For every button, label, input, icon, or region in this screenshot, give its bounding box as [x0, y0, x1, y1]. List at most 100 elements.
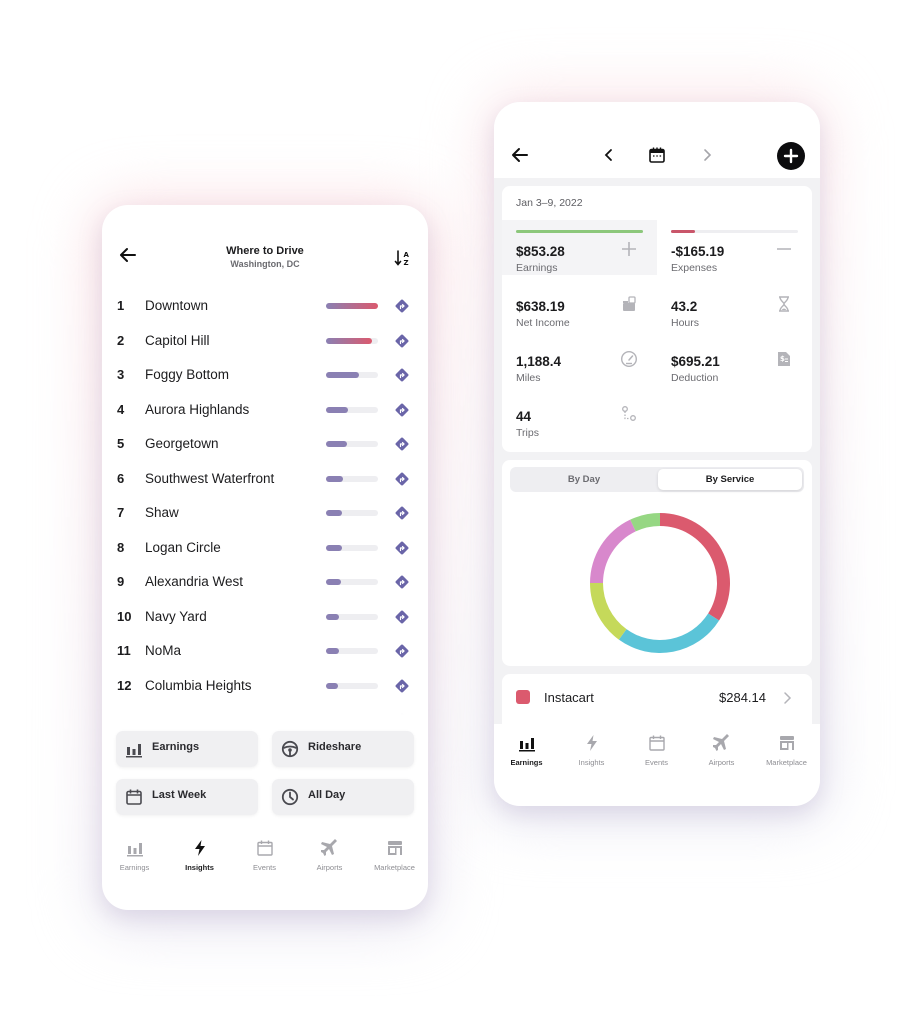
- neighborhood-row[interactable]: 8 Logan Circle: [102, 531, 428, 566]
- tab-airports[interactable]: Airports: [297, 839, 362, 872]
- bar-chart-icon: [518, 738, 535, 752]
- directions-icon[interactable]: [394, 643, 410, 659]
- directions-icon[interactable]: [394, 367, 410, 383]
- tab-insights[interactable]: Insights: [559, 734, 624, 767]
- tab-earnings[interactable]: Earnings: [102, 839, 167, 872]
- period-filter-button[interactable]: Last Week: [116, 779, 258, 815]
- neighborhood-rank: 7: [117, 505, 125, 520]
- neighborhood-name: Logan Circle: [145, 539, 221, 555]
- segmented-control: By Day By Service: [510, 467, 804, 492]
- trips-label: Trips: [516, 427, 539, 439]
- service-row-instacart[interactable]: Instacart $284.14: [502, 674, 812, 724]
- trips-metric[interactable]: 44 Trips: [502, 385, 657, 440]
- tab-events[interactable]: Events: [232, 839, 297, 872]
- donut-slice-service-4[interactable]: [590, 519, 636, 583]
- directions-icon[interactable]: [394, 402, 410, 418]
- earnings-metric[interactable]: $853.28 Earnings: [502, 220, 657, 275]
- directions-icon[interactable]: [394, 471, 410, 487]
- demand-bar-fill: [326, 441, 347, 447]
- donut-slice-service-3[interactable]: [590, 583, 627, 640]
- neighborhood-rank: 10: [117, 608, 132, 624]
- neighborhood-row[interactable]: 11 NoMa: [102, 634, 428, 669]
- neighborhood-name: NoMa: [145, 643, 182, 658]
- calendar-icon[interactable]: [648, 146, 666, 164]
- speedometer-icon: [620, 350, 638, 368]
- phone-where-to-drive: Where to Drive Washington, DC A Z 1 Downt…: [102, 205, 428, 910]
- chevron-right-icon[interactable]: [700, 147, 714, 163]
- tab-by-service[interactable]: By Service: [658, 469, 802, 490]
- airplane-icon: [320, 839, 337, 856]
- neighborhood-name: Georgetown: [145, 436, 219, 451]
- neighborhood-row[interactable]: 7 Shaw: [102, 496, 428, 531]
- cash-register-icon: [623, 296, 636, 311]
- lightning-icon: [586, 735, 597, 751]
- tab-insights[interactable]: Insights: [167, 839, 232, 872]
- neighborhood-row[interactable]: 5 Georgetown: [102, 427, 428, 462]
- tab-airports[interactable]: Airports: [689, 734, 754, 767]
- directions-icon[interactable]: [394, 333, 410, 349]
- neighborhood-row[interactable]: 9 Alexandria West: [102, 565, 428, 600]
- demand-bar: [326, 406, 378, 413]
- donut-slice-service-5[interactable]: [630, 513, 660, 532]
- plus-icon: [622, 242, 636, 256]
- net-income-metric[interactable]: $638.19 Net Income: [502, 275, 657, 330]
- neighborhood-rank: 8: [117, 539, 125, 555]
- demand-bar-fill: [326, 613, 339, 620]
- hours-metric[interactable]: 43.2 Hours: [657, 275, 812, 330]
- neighborhood-list[interactable]: 1 Downtown 2 Capitol Hill 3 Foggy Bottom 4 Auro…: [102, 289, 428, 719]
- demand-bar: [326, 579, 378, 585]
- service-amount: $284.14: [719, 690, 766, 705]
- breakdown-chart-card: By Day By Service: [502, 460, 812, 666]
- route-icon: [622, 406, 636, 421]
- service-filter-button[interactable]: Rideshare: [272, 731, 414, 767]
- neighborhood-row[interactable]: 6 Southwest Waterfront: [102, 462, 428, 497]
- earnings-progress-bar: [516, 230, 643, 233]
- time-filter-button[interactable]: All Day: [272, 779, 414, 815]
- service-donut-chart[interactable]: [587, 510, 733, 656]
- tab-marketplace[interactable]: Marketplace: [754, 734, 819, 767]
- chevron-left-icon[interactable]: [602, 147, 616, 163]
- directions-icon[interactable]: [394, 678, 410, 694]
- tab-marketplace[interactable]: Marketplace: [362, 839, 427, 872]
- directions-icon[interactable]: [394, 505, 410, 521]
- demand-bar: [326, 648, 378, 654]
- tab-by-day[interactable]: By Day: [512, 469, 656, 490]
- neighborhood-name: Aurora Highlands: [145, 401, 250, 417]
- tab-label: Airports: [708, 758, 735, 767]
- neighborhood-rank: 3: [117, 367, 125, 382]
- neighborhood-row[interactable]: 2 Capitol Hill: [102, 324, 428, 359]
- neighborhood-row[interactable]: 10 Navy Yard: [102, 600, 428, 635]
- tab-events[interactable]: Events: [624, 734, 689, 767]
- lightning-icon: [194, 840, 205, 856]
- store-icon: [387, 841, 402, 855]
- bar-chart-icon: [126, 843, 143, 857]
- arrow-left-icon[interactable]: [510, 145, 530, 165]
- tab-label: Earnings: [510, 758, 543, 767]
- add-button[interactable]: [777, 142, 805, 170]
- expenses-metric[interactable]: -$165.19 Expenses: [657, 220, 812, 275]
- neighborhood-row[interactable]: 3 Foggy Bottom: [102, 358, 428, 393]
- time-filter-label: All Day: [308, 789, 346, 801]
- directions-icon[interactable]: [394, 609, 410, 625]
- demand-bar: [326, 682, 378, 689]
- demand-bar-fill: [326, 510, 343, 516]
- directions-icon[interactable]: [394, 436, 410, 452]
- neighborhood-rank: 2: [117, 332, 125, 348]
- donut-slice-instacart[interactable]: [660, 513, 730, 621]
- metric-filter-button[interactable]: Earnings: [116, 731, 258, 767]
- deduction-metric[interactable]: $695.21 Deduction $: [657, 330, 812, 385]
- demand-bar: [326, 337, 378, 344]
- neighborhood-row[interactable]: 1 Downtown: [102, 289, 428, 324]
- service-color-swatch: [516, 690, 530, 704]
- tab-earnings[interactable]: Earnings: [494, 734, 559, 767]
- miles-metric[interactable]: 1,188.4 Miles: [502, 330, 657, 385]
- demand-bar-fill: [326, 648, 339, 654]
- neighborhood-row[interactable]: 4 Aurora Highlands: [102, 393, 428, 428]
- sort-az-icon[interactable]: A Z: [394, 249, 412, 267]
- directions-icon[interactable]: [394, 540, 410, 556]
- service-filter-label: Rideshare: [308, 741, 362, 753]
- directions-icon[interactable]: [394, 574, 410, 590]
- directions-icon[interactable]: [394, 298, 410, 314]
- demand-bar-fill: [326, 475, 344, 482]
- donut-slice-service-2[interactable]: [618, 613, 720, 653]
